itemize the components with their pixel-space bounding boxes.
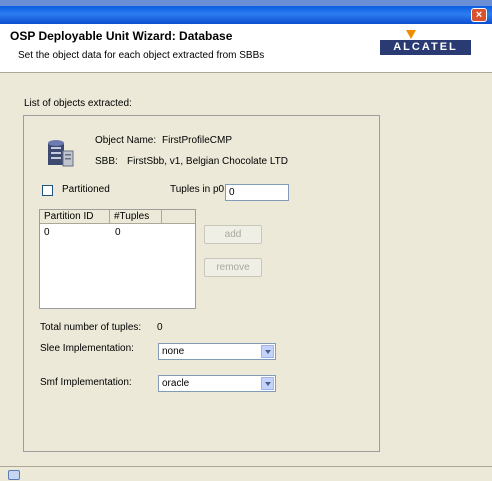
object-name-label: Object Name: <box>95 135 157 146</box>
total-tuples-label: Total number of tuples: <box>40 322 142 333</box>
object-name-value: FirstProfileCMP <box>162 135 233 146</box>
close-icon: × <box>475 9 483 21</box>
chevron-down-icon[interactable] <box>261 377 274 390</box>
smf-implementation-select[interactable]: oracle <box>158 375 276 392</box>
partitioned-label: Partitioned <box>62 184 110 195</box>
add-button[interactable]: add <box>204 225 262 244</box>
slee-implementation-label: Slee Implementation: <box>40 343 134 354</box>
list-label: List of objects extracted: <box>24 98 132 109</box>
wizard-title: OSP Deployable Unit Wizard: Database <box>10 29 233 43</box>
remove-button[interactable]: remove <box>204 258 262 277</box>
total-tuples-value: 0 <box>157 322 163 333</box>
partition-table[interactable]: Partition ID #Tuples 0 0 <box>39 209 196 309</box>
smf-implementation-label: Smf Implementation: <box>40 377 132 388</box>
table-cell-partition-id[interactable]: 0 <box>44 227 50 238</box>
close-button[interactable]: × <box>471 8 487 22</box>
sbb-label: SBB: <box>95 156 118 167</box>
window-icon <box>8 470 20 480</box>
slee-selected-value: none <box>162 346 185 357</box>
bottom-bar <box>0 466 492 481</box>
wizard-subtitle: Set the object data for each object extr… <box>18 50 265 61</box>
alcatel-logo: ALCATEL <box>380 40 471 55</box>
column-header-partition-id[interactable]: Partition ID <box>40 210 110 224</box>
tuples-label: Tuples in p0: <box>170 184 227 195</box>
tuples-input[interactable] <box>225 184 289 201</box>
alcatel-logo-mark <box>406 30 416 39</box>
window-titlebar[interactable] <box>0 6 492 24</box>
column-header-tuples[interactable]: #Tuples <box>110 210 162 224</box>
slee-implementation-select[interactable]: none <box>158 343 276 360</box>
table-cell-tuples[interactable]: 0 <box>115 227 121 238</box>
partitioned-checkbox[interactable] <box>42 185 53 196</box>
column-header-empty <box>162 210 195 224</box>
smf-selected-value: oracle <box>162 378 190 389</box>
sbb-value: FirstSbb, v1, Belgian Chocolate LTD <box>127 156 289 167</box>
database-icon <box>48 140 74 167</box>
chevron-down-icon[interactable] <box>261 345 274 358</box>
